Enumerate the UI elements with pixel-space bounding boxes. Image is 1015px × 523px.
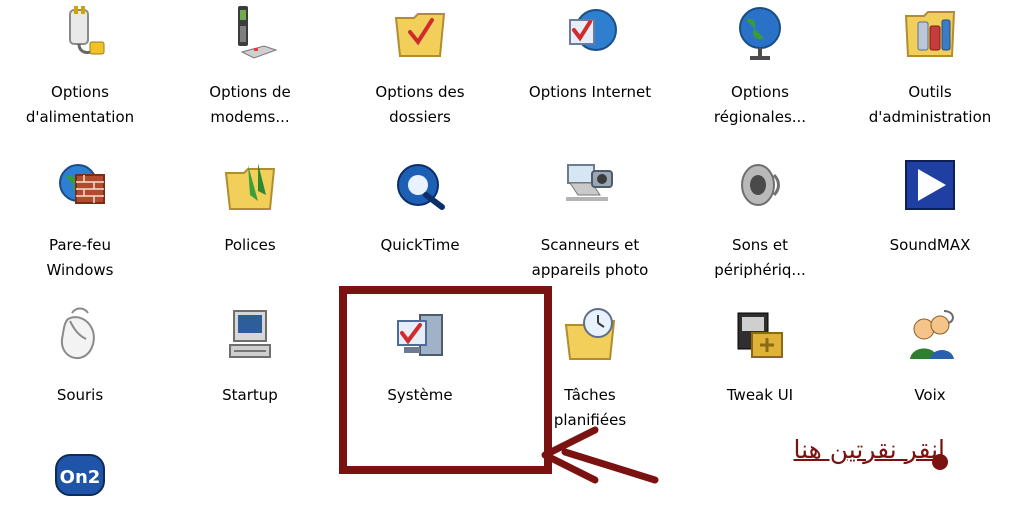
item-label: Tweak UI — [726, 386, 794, 404]
item-label: Tâches planifiées — [553, 386, 627, 429]
item-label: Options de modems... — [209, 83, 291, 126]
item-souris[interactable]: Souris — [10, 305, 150, 408]
annotation-text: انقر نقرتين هنا — [793, 435, 945, 464]
item-tweak-ui[interactable]: Tweak UI — [690, 305, 830, 408]
item-soundmax[interactable]: SoundMAX — [860, 155, 1000, 258]
firewall-icon — [59, 164, 105, 204]
item-polices[interactable]: Polices — [180, 155, 320, 258]
item-pare-feu-windows[interactable]: Pare-feu Windows — [10, 155, 150, 283]
item-label: Scanneurs et appareils photo — [531, 236, 649, 279]
play-icon — [905, 160, 955, 210]
item-systeme[interactable]: Système — [350, 305, 490, 408]
item-options-dossiers[interactable]: Options des dossiers — [350, 2, 490, 130]
speaker-icon — [741, 164, 780, 206]
item-options-modems[interactable]: Options de modems... — [180, 2, 320, 130]
item-taches-planifiees[interactable]: Tâches planifiées — [520, 305, 660, 433]
mouse-icon — [60, 307, 95, 360]
folder-check-icon — [394, 13, 446, 57]
item-options-alimentation[interactable]: Options d'alimentation — [10, 2, 150, 130]
item-label: Voix — [914, 386, 946, 404]
system-icon — [397, 314, 443, 356]
scanner-camera-icon — [566, 164, 613, 201]
item-startup[interactable]: Startup — [180, 305, 320, 408]
item-voix[interactable]: Voix — [860, 305, 1000, 408]
quicktime-icon — [397, 164, 445, 210]
internet-globe-icon — [569, 9, 617, 51]
item-label: Options Internet — [528, 83, 652, 101]
item-label: Pare-feu Windows — [46, 236, 114, 279]
fonts-folder-icon — [224, 163, 276, 210]
item-label: Sons et périphériq... — [714, 236, 806, 279]
item-label: Options d'alimentation — [25, 83, 135, 126]
item-label: QuickTime — [380, 236, 460, 254]
item-sons-peripheriques[interactable]: Sons et périphériq... — [690, 155, 830, 283]
admin-tools-icon — [904, 11, 956, 57]
power-plug-icon — [69, 6, 105, 55]
item-quicktime[interactable]: QuickTime — [350, 155, 490, 258]
item-label: Souris — [56, 386, 104, 404]
on2-icon: On2 — [55, 454, 105, 496]
item-label: Outils d'administration — [868, 83, 992, 126]
item-label: Options régionales... — [713, 83, 807, 126]
voice-people-icon — [910, 310, 954, 359]
item-label: SoundMAX — [889, 236, 971, 254]
scheduled-tasks-icon — [564, 308, 616, 360]
item-options-internet[interactable]: Options Internet — [520, 2, 660, 105]
computer-terminal-icon — [229, 310, 271, 358]
tweak-ui-icon — [737, 312, 783, 358]
globe-icon — [739, 7, 781, 60]
item-label: Système — [387, 386, 453, 404]
item-options-regionales[interactable]: Options régionales... — [690, 2, 830, 130]
item-on2[interactable]: On2 — [10, 445, 150, 523]
item-label: Startup — [222, 386, 278, 404]
item-scanneurs-appareils-photo[interactable]: Scanneurs et appareils photo — [520, 155, 660, 283]
item-label: Options des dossiers — [375, 83, 465, 126]
item-label: Polices — [224, 236, 276, 254]
modem-phone-icon — [238, 6, 278, 59]
item-outils-administration[interactable]: Outils d'administration — [860, 2, 1000, 130]
svg-text:On2: On2 — [60, 467, 101, 488]
